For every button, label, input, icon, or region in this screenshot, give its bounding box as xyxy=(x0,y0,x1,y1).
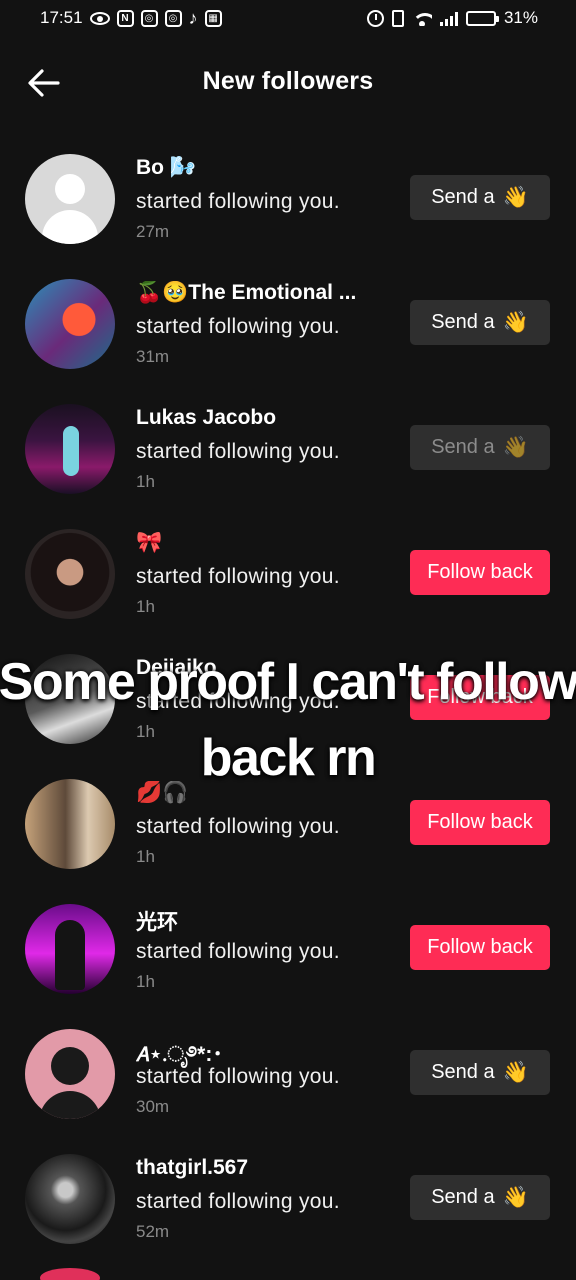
timestamp: 31m xyxy=(136,347,170,366)
timestamp: 27m xyxy=(136,222,170,241)
button-label: Follow back xyxy=(427,561,533,583)
timestamp: 30m xyxy=(136,1097,170,1116)
follower-row[interactable]: 🍒🥹The Emotional ... started following you… xyxy=(0,261,576,386)
follower-name[interactable]: 光环 xyxy=(136,906,178,936)
activity-text: started following you. xyxy=(136,190,340,213)
follower-row[interactable]: Lukas Jacobo started following you. 1h Send… xyxy=(0,386,576,511)
timestamp: 1h xyxy=(136,722,155,741)
vibrate-icon xyxy=(391,9,404,27)
timestamp: 1h xyxy=(136,472,155,491)
signal-icon xyxy=(439,11,458,26)
page-title: New followers xyxy=(202,67,374,95)
clock: 17:51 xyxy=(40,8,83,27)
wave-hand-icon: 👋 xyxy=(502,310,529,334)
wave-hand-icon: 👋 xyxy=(502,1060,529,1084)
send-wave-button[interactable]: Send a 👋 xyxy=(410,175,550,220)
activity-text: started following you. xyxy=(136,315,340,338)
follower-name[interactable]: Lukas Jacobo xyxy=(136,406,276,430)
followers-list: Bo 🌬️ started following you. 27m Send a 👋 🍒🥹T… xyxy=(0,136,576,1261)
default-avatar-body xyxy=(39,1091,101,1119)
follow-back-button[interactable]: Follow back xyxy=(410,800,550,845)
instagram-icon: ◎ xyxy=(140,9,158,27)
follower-name[interactable]: Deijaiko xyxy=(136,656,217,680)
status-bar: 17:51 N ◎ ◎ ♪ ▦ 31% xyxy=(0,0,576,36)
alarm-icon xyxy=(366,9,384,27)
send-wave-button[interactable]: Send a 👋 xyxy=(410,1175,550,1220)
status-right: 31% xyxy=(366,8,538,28)
follower-row[interactable]: Bo 🌬️ started following you. 27m Send a 👋 xyxy=(0,136,576,261)
follower-name[interactable]: 🍒🥹The Emotional ... xyxy=(136,281,356,305)
follower-row[interactable]: Deijaiko started following you. 1h Follow b… xyxy=(0,636,576,761)
follow-back-button[interactable]: Follow back xyxy=(410,675,550,720)
follower-name[interactable]: 💋🎧 xyxy=(136,781,188,805)
avatar[interactable] xyxy=(25,529,115,619)
timestamp: 1h xyxy=(136,597,155,616)
send-wave-button[interactable]: Send a 👋 xyxy=(410,1050,550,1095)
avatar[interactable] xyxy=(25,654,115,744)
default-avatar-body xyxy=(42,210,98,244)
follower-name[interactable]: 🎀 xyxy=(136,531,162,555)
avatar[interactable] xyxy=(25,404,115,494)
wifi-icon xyxy=(411,11,432,26)
timestamp: 52m xyxy=(136,1222,170,1241)
avatar[interactable] xyxy=(25,279,115,369)
button-label: Follow back xyxy=(427,811,533,833)
follow-back-button[interactable]: Follow back xyxy=(410,550,550,595)
default-avatar-head xyxy=(51,1047,89,1085)
avatar[interactable] xyxy=(25,904,115,994)
timestamp: 1h xyxy=(136,972,155,991)
avatar[interactable] xyxy=(25,1154,115,1244)
header: New followers xyxy=(0,50,576,114)
default-avatar-head xyxy=(55,174,85,204)
timestamp: 1h xyxy=(136,847,155,866)
instagram-icon-2: ◎ xyxy=(164,9,182,27)
button-label: Send a xyxy=(431,186,495,208)
activity-text: started following you. xyxy=(136,940,340,963)
button-label: Follow back xyxy=(427,686,533,708)
eye-icon xyxy=(89,11,110,25)
button-label: Send a xyxy=(431,436,495,458)
wave-hand-icon: 👋 xyxy=(502,185,529,209)
send-wave-button[interactable]: Send a 👋 xyxy=(410,425,550,470)
battery-percent: 31% xyxy=(503,8,538,27)
follow-back-button[interactable]: Follow back xyxy=(410,925,550,970)
follower-row[interactable]: thatgirl.567 started following you. 52m Sen… xyxy=(0,1136,576,1261)
activity-text: started following you. xyxy=(136,565,340,588)
avatar[interactable] xyxy=(25,1029,115,1119)
follower-name[interactable]: thatgirl.567 xyxy=(136,1156,248,1180)
activity-text: started following you. xyxy=(136,1190,340,1213)
button-label: Follow back xyxy=(427,936,533,958)
activity-text: started following you. xyxy=(136,815,340,838)
follower-row[interactable]: 光环 started following you. 1h Follow back xyxy=(0,886,576,1011)
avatar[interactable] xyxy=(25,779,115,869)
activity-text: started following you. xyxy=(136,690,340,713)
wave-hand-icon: 👋 xyxy=(502,435,529,459)
avatar[interactable] xyxy=(25,154,115,244)
status-left: 17:51 N ◎ ◎ ♪ ▦ xyxy=(40,8,222,28)
activity-text: started following you. xyxy=(136,440,340,463)
gallery-icon: ▦ xyxy=(204,9,222,27)
follower-row[interactable]: 🎀 started following you. 1h Follow back xyxy=(0,511,576,636)
n-app-icon: N xyxy=(116,9,134,27)
button-label: Send a xyxy=(431,1061,495,1083)
follower-row[interactable]: 𝘈⋆.ೃ࿔*:･ started following you. 30m Send a 👋 xyxy=(0,1011,576,1136)
button-label: Send a xyxy=(431,1186,495,1208)
send-wave-button[interactable]: Send a 👋 xyxy=(410,300,550,345)
wave-hand-icon: 👋 xyxy=(502,1185,529,1209)
activity-text: started following you. xyxy=(136,1065,340,1088)
follower-row[interactable]: 💋🎧 started following you. 1h Follow back xyxy=(0,761,576,886)
follower-name[interactable]: Bo 🌬️ xyxy=(136,156,196,180)
battery-icon xyxy=(465,10,499,26)
next-avatar-partial xyxy=(40,1268,100,1280)
button-label: Send a xyxy=(431,311,495,333)
tiktok-icon: ♪ xyxy=(188,7,198,28)
